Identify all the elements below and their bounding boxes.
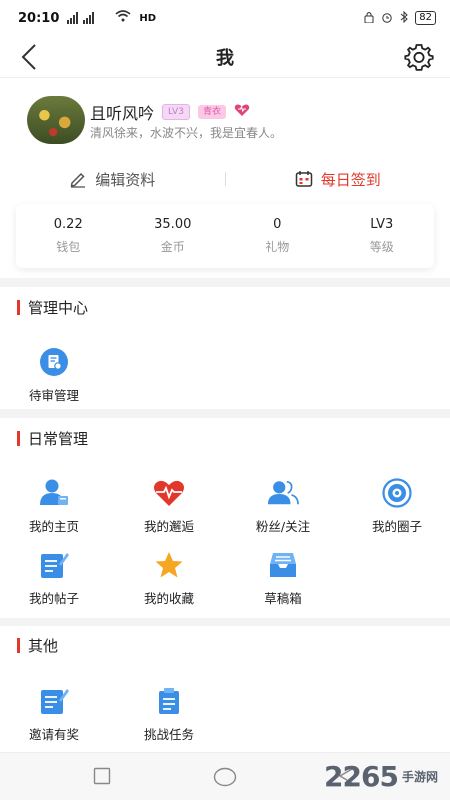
grid-item-drafts[interactable]: 草稿箱: [238, 550, 328, 607]
star-icon: [153, 550, 185, 580]
section-accent-bar: [17, 300, 20, 315]
section-manage: 管理中心 待审管理: [0, 287, 450, 409]
recents-button[interactable]: [93, 767, 111, 789]
grid-item-posts[interactable]: 我的帖子: [9, 550, 99, 607]
post-icon: [38, 550, 70, 580]
stat-label: 礼物: [265, 240, 290, 254]
section-daily: 日常管理 我的主页 我的邂逅 粉丝/关注 我的圈子 我的帖子 我的收藏 草稿箱: [0, 418, 450, 618]
watermark-logo: 2265 手游网: [324, 752, 438, 800]
square-icon: [93, 767, 111, 785]
wifi-icon: [115, 10, 131, 26]
review-icon: [38, 347, 70, 377]
grid-item-label: 我的帖子: [28, 591, 79, 606]
status-bar: 20:10 HD 82: [0, 0, 450, 36]
alarm-icon: [381, 11, 393, 26]
stat-wallet[interactable]: 0.22 钱包: [16, 217, 121, 255]
stat-gifts[interactable]: 0 礼物: [225, 217, 330, 255]
watermark-brand: 2265: [324, 759, 399, 793]
settings-button[interactable]: [402, 40, 436, 74]
grid-item-invite[interactable]: 邀请有奖: [9, 686, 99, 743]
back-button[interactable]: [12, 40, 46, 74]
grid-item-label: 粉丝/关注: [255, 519, 311, 534]
section-title-text: 其他: [28, 637, 59, 655]
circle-icon: [381, 478, 413, 508]
daily-checkin-label: 每日签到: [320, 170, 381, 189]
level-badge: LV3: [162, 104, 190, 120]
section-accent-bar: [17, 638, 20, 653]
edit-profile-button[interactable]: 编辑资料: [0, 169, 225, 190]
pencil-icon: [70, 172, 86, 188]
stat-value: LV3: [370, 217, 394, 232]
grid-item-label: 挑战任务: [143, 727, 194, 742]
invite-icon: [38, 686, 70, 716]
section-title: 日常管理: [17, 428, 88, 449]
grid-item-homepage[interactable]: 我的主页: [9, 478, 99, 535]
drafts-icon: [267, 550, 299, 580]
heart-icon: [234, 103, 250, 121]
task-icon: [153, 686, 185, 716]
chevron-left-icon: [21, 44, 36, 70]
heartbeat-icon: [153, 478, 185, 508]
signal-icon: [67, 12, 107, 24]
username: 且听风吟: [90, 104, 155, 123]
grid-item-label: 我的收藏: [143, 591, 194, 606]
edit-profile-label: 编辑资料: [95, 170, 156, 189]
title-badge: 青衣: [197, 105, 226, 119]
stat-label: 金币: [160, 240, 185, 254]
section-title: 其他: [17, 635, 58, 656]
username-row: 且听风吟 LV3 青衣: [90, 100, 250, 124]
grid-item-label: 我的邂逅: [143, 519, 194, 534]
profile-actions: 编辑资料 每日签到: [0, 164, 450, 194]
stat-value: 0.22: [53, 217, 83, 232]
stat-level[interactable]: LV3 等级: [330, 217, 435, 255]
gear-icon: [404, 44, 434, 71]
daily-checkin-button[interactable]: 每日签到: [226, 169, 450, 190]
circle-home-icon: [213, 767, 237, 787]
grid-item-review[interactable]: 待审管理: [9, 347, 99, 404]
grid-item-label: 邀请有奖: [28, 727, 79, 742]
followers-icon: [267, 478, 299, 508]
calendar-icon: [295, 171, 312, 187]
grid-item-favorites[interactable]: 我的收藏: [124, 550, 214, 607]
profile-header: 且听风吟 LV3 青衣 清风徐来，水波不兴，我是宜春人。 编辑资料 每日签到 0…: [0, 78, 450, 278]
section-title-text: 日常管理: [28, 430, 89, 448]
section-title: 管理中心: [17, 297, 88, 318]
stats-card: 0.22 钱包 35.00 金币 0 礼物 LV3 等级: [16, 204, 434, 268]
grid-item-encounter[interactable]: 我的邂逅: [124, 478, 214, 535]
network-hd-label: HD: [139, 12, 157, 24]
grid-item-followers[interactable]: 粉丝/关注: [238, 478, 328, 535]
avatar[interactable]: [27, 96, 85, 144]
page-title: 我: [216, 47, 234, 69]
homepage-icon: [38, 478, 70, 508]
status-time: 20:10: [18, 10, 60, 26]
section-accent-bar: [17, 431, 20, 446]
grid-item-label: 草稿箱: [264, 591, 302, 606]
stat-value: 35.00: [154, 217, 192, 232]
grid-item-label: 我的主页: [28, 519, 79, 534]
battery-indicator: 82: [415, 11, 436, 25]
grid-item-circle[interactable]: 我的圈子: [352, 478, 442, 535]
home-button[interactable]: [213, 767, 237, 791]
nav-bar: 我: [0, 36, 450, 78]
lock-icon: [363, 11, 375, 26]
grid-item-label: 我的圈子: [371, 519, 422, 534]
user-signature: 清风徐来，水波不兴，我是宜春人。: [90, 126, 283, 140]
grid-item-challenge[interactable]: 挑战任务: [124, 686, 214, 743]
stat-coins[interactable]: 35.00 金币: [121, 217, 226, 255]
section-title-text: 管理中心: [28, 299, 89, 317]
stat-label: 等级: [369, 240, 394, 254]
bluetooth-icon: [399, 10, 409, 26]
stat-label: 钱包: [56, 240, 81, 254]
watermark-sub: 手游网: [401, 769, 438, 784]
section-other: 其他 邀请有奖 挑战任务: [0, 626, 450, 752]
stat-value: 0: [273, 217, 282, 232]
grid-item-label: 待审管理: [28, 388, 79, 403]
